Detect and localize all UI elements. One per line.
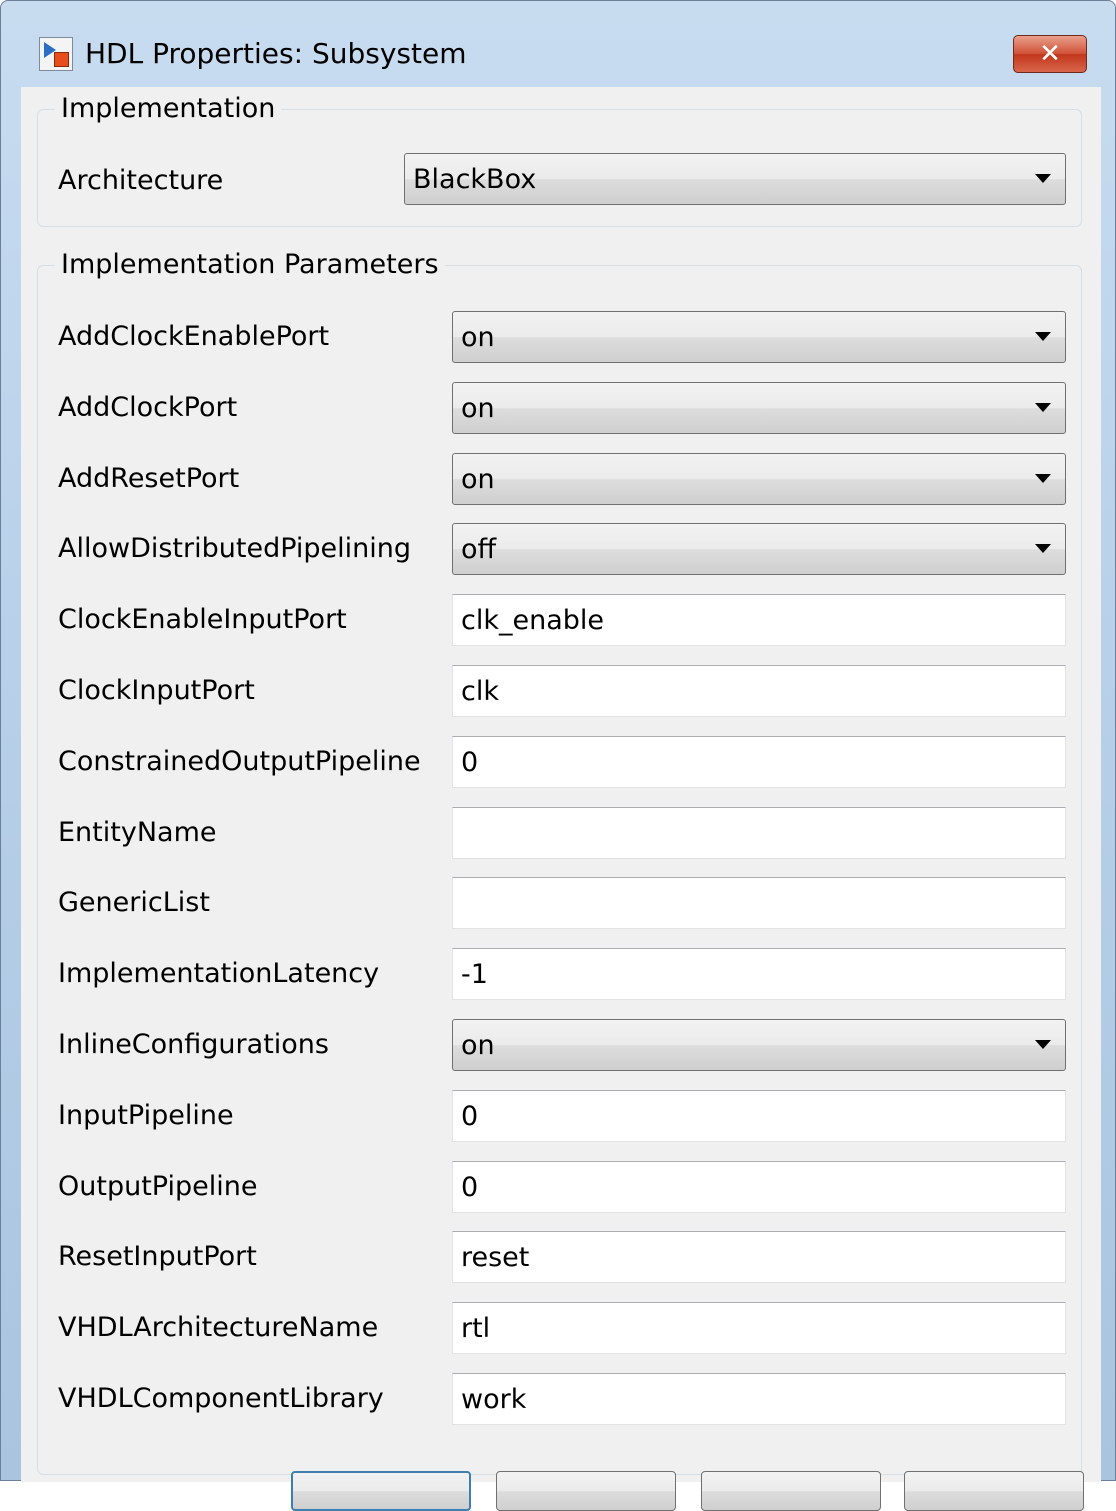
param-select-add-clock-port[interactable]: on xyxy=(452,381,1066,434)
param-value-vhdlarchitecture-name: rtl xyxy=(461,1313,491,1345)
implementation-group-title: Implementation xyxy=(55,91,282,127)
apply-button[interactable] xyxy=(904,1471,1084,1511)
param-select-add-reset-port[interactable]: on xyxy=(452,452,1066,505)
chevron-down-icon xyxy=(1035,174,1051,183)
param-value-constrained-output-pipeline: 0 xyxy=(461,746,479,778)
architecture-label: Architecture xyxy=(58,165,224,196)
close-button[interactable]: ✕ xyxy=(1013,35,1087,73)
ok-button[interactable] xyxy=(291,1471,471,1511)
title-bar[interactable]: HDL Properties: Subsystem ✕ xyxy=(1,1,1115,101)
architecture-value: BlackBox xyxy=(413,164,537,195)
param-input-vhdlcomponent-library[interactable]: work xyxy=(452,1373,1066,1425)
param-label-input-pipeline: InputPipeline xyxy=(58,1099,234,1131)
param-input-entity-name[interactable] xyxy=(452,806,1066,859)
param-input-vhdlarchitecture-name[interactable]: rtl xyxy=(452,1302,1066,1355)
param-label-clock-enable-input-port: ClockEnableInputPort xyxy=(58,604,347,636)
chevron-down-icon xyxy=(1035,1040,1051,1049)
param-value-add-reset-port: on xyxy=(461,463,495,495)
param-value-implementation-latency: -1 xyxy=(461,959,488,991)
architecture-select[interactable]: BlackBox xyxy=(404,153,1066,205)
simulink-block-icon xyxy=(39,37,73,71)
param-label-add-reset-port: AddResetPort xyxy=(58,462,240,494)
param-input-constrained-output-pipeline[interactable]: 0 xyxy=(452,735,1066,788)
chevron-down-icon xyxy=(1035,402,1051,412)
param-value-output-pipeline: 0 xyxy=(461,1171,479,1203)
param-value-vhdlcomponent-library: work xyxy=(461,1384,527,1415)
chevron-down-icon xyxy=(1035,473,1051,483)
param-input-clock-input-port[interactable]: clk xyxy=(452,665,1066,717)
param-label-entity-name: EntityName xyxy=(58,816,217,848)
close-icon: ✕ xyxy=(1039,39,1061,69)
param-label-vhdlarchitecture-name: VHDLArchitectureName xyxy=(58,1312,379,1344)
param-label-constrained-output-pipeline: ConstrainedOutputPipeline xyxy=(58,745,421,777)
chevron-down-icon xyxy=(1035,544,1051,554)
param-label-output-pipeline: OutputPipeline xyxy=(58,1170,258,1202)
param-input-output-pipeline[interactable]: 0 xyxy=(452,1160,1066,1213)
param-value-reset-input-port: reset xyxy=(461,1242,530,1274)
implementation-parameters-group xyxy=(37,265,1082,1475)
param-input-clock-enable-input-port[interactable]: clk_enable xyxy=(452,594,1066,647)
param-input-implementation-latency[interactable]: -1 xyxy=(452,948,1066,1001)
param-select-inline-configurations[interactable]: on xyxy=(452,1019,1066,1071)
param-label-add-clock-port: AddClockPort xyxy=(58,391,238,423)
param-select-add-clock-enable-port[interactable]: on xyxy=(452,311,1066,363)
help-button[interactable] xyxy=(701,1471,881,1511)
implementation-parameters-group-title: Implementation Parameters xyxy=(55,247,445,283)
param-input-generic-list[interactable] xyxy=(452,877,1066,930)
param-value-input-pipeline: 0 xyxy=(461,1100,479,1132)
hdl-properties-dialog: HDL Properties: Subsystem ✕ Implementati… xyxy=(0,0,1116,1511)
chevron-down-icon xyxy=(1035,332,1051,341)
param-label-inline-configurations: InlineConfigurations xyxy=(58,1029,329,1060)
param-label-allow-distributed-pipelining: AllowDistributedPipelining xyxy=(58,533,412,565)
cancel-button[interactable] xyxy=(496,1471,676,1511)
window-title: HDL Properties: Subsystem xyxy=(85,37,467,70)
param-value-inline-configurations: on xyxy=(461,1030,495,1061)
param-input-input-pipeline[interactable]: 0 xyxy=(452,1089,1066,1142)
param-label-reset-input-port: ResetInputPort xyxy=(58,1241,257,1273)
param-label-implementation-latency: ImplementationLatency xyxy=(58,958,380,990)
param-label-add-clock-enable-port: AddClockEnablePort xyxy=(58,321,330,352)
param-value-add-clock-enable-port: on xyxy=(461,322,495,353)
param-select-allow-distributed-pipelining[interactable]: off xyxy=(452,523,1066,576)
param-label-vhdlcomponent-library: VHDLComponentLibrary xyxy=(58,1383,384,1414)
param-value-allow-distributed-pipelining: off xyxy=(461,534,497,566)
param-label-generic-list: GenericList xyxy=(58,887,210,919)
param-label-clock-input-port: ClockInputPort xyxy=(58,675,255,706)
param-value-clock-enable-input-port: clk_enable xyxy=(461,605,605,637)
param-input-reset-input-port[interactable]: reset xyxy=(452,1231,1066,1284)
param-value-add-clock-port: on xyxy=(461,392,495,424)
param-value-clock-input-port: clk xyxy=(461,676,499,707)
dialog-client-area: Implementation Architecture BlackBox Imp… xyxy=(21,87,1101,1482)
